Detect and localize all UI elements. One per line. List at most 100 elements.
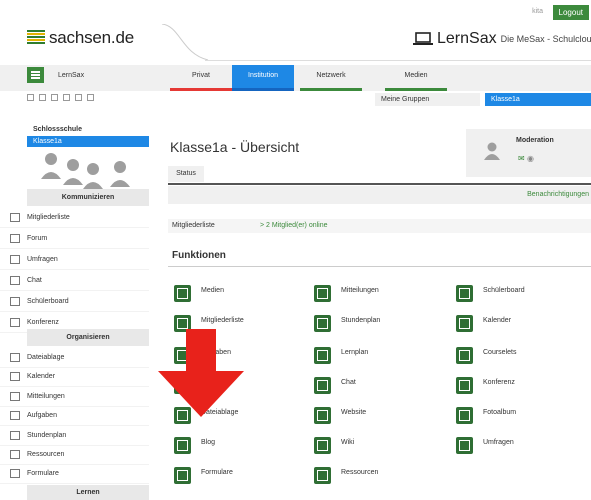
function-lernplan[interactable]: Lernplan — [314, 345, 449, 375]
top-strip: kita Logout — [0, 0, 591, 24]
function-label: Stundenplan — [341, 317, 381, 324]
notifications-bar: Benachrichtigungen — [168, 186, 591, 204]
annotation-arrow-icon — [158, 329, 244, 417]
sidebar-item-umfragen[interactable]: Umfragen — [0, 249, 149, 270]
lernsax-name: LernSax — [437, 30, 497, 47]
sidebar-item-formulare[interactable]: Formulare — [0, 463, 149, 484]
function-kalender[interactable]: Kalender — [456, 313, 591, 343]
sitemap-icon[interactable] — [27, 94, 34, 101]
help-icon[interactable] — [87, 94, 94, 101]
function-wiki[interactable]: Wiki — [314, 435, 449, 465]
group-people-icon — [41, 153, 130, 189]
main-content: Klasse1a - Übersicht Moderation ✉ ◉ Stat… — [160, 123, 591, 500]
function-medien[interactable]: Medien — [174, 283, 309, 313]
media-icon — [174, 285, 191, 302]
notifications-link[interactable]: Benachrichtigungen — [527, 191, 589, 198]
function-label: Wiki — [341, 439, 355, 446]
sidebar-item-stundenplan[interactable]: Stundenplan — [0, 425, 149, 446]
function-courselets[interactable]: Courselets — [456, 345, 591, 375]
my-groups-select[interactable]: Meine Gruppen — [375, 93, 480, 106]
function-label: Mitteilungen — [341, 287, 379, 294]
tab-netzwerk[interactable]: Netzwerk — [300, 65, 362, 91]
function-label: Ressourcen — [341, 469, 379, 476]
sidebar-item-mitgliederliste[interactable]: Mitgliederliste — [0, 207, 149, 228]
function-label: Website — [341, 409, 367, 416]
sidebar-item-ressourcen[interactable]: Ressourcen — [0, 444, 149, 465]
sidebar-item-chat[interactable]: Chat — [0, 270, 149, 291]
sidebar-item-schuelerboard[interactable]: Schülerboard — [0, 291, 149, 312]
calendar-icon — [10, 372, 20, 381]
function-blog[interactable]: Blog — [174, 435, 309, 465]
tab-label: Privat — [192, 72, 210, 79]
website-icon — [314, 407, 331, 424]
sidebar-item-label: Forum — [27, 235, 48, 242]
lernsax-brand[interactable]: LernSax Die MeSax - Schulcloud — [413, 30, 591, 48]
function-website[interactable]: Website — [314, 405, 449, 435]
lernsax-subtitle: Die MeSax - Schulcloud — [500, 34, 591, 44]
function-ressourcen[interactable]: Ressourcen — [314, 465, 449, 495]
function-label: Umfragen — [483, 439, 514, 446]
function-label: Fotoalbum — [483, 409, 517, 416]
message-icon — [314, 285, 331, 302]
chat-icon — [314, 377, 331, 394]
bookmark-icon[interactable] — [51, 94, 58, 101]
sidebar-item-aufgaben[interactable]: Aufgaben — [0, 405, 149, 426]
print-icon[interactable] — [75, 94, 82, 101]
moderator-avatar — [484, 142, 500, 160]
function-label: Formulare — [201, 469, 233, 476]
function-mitteilungen[interactable]: Mitteilungen — [314, 283, 449, 313]
sidebar-item-dateiablage[interactable]: Dateiablage — [0, 347, 149, 368]
group-avatar — [27, 147, 149, 189]
sidebar-section-learn: Lernen — [27, 485, 149, 500]
sidebar-item-label: Mitgliederliste — [27, 214, 70, 221]
function-label: Konferenz — [483, 379, 515, 386]
board-icon — [10, 297, 20, 306]
current-group-select[interactable]: Klasse1a — [485, 93, 591, 106]
photo-album-icon — [456, 407, 473, 424]
sachsen-brand[interactable]: sachsen.de — [27, 28, 134, 48]
sidebar-item-kalender[interactable]: Kalender — [0, 366, 149, 387]
tab-label: Medien — [404, 72, 428, 79]
function-umfragen[interactable]: Umfragen — [456, 435, 591, 465]
document-icon[interactable] — [39, 94, 46, 101]
tab-label: Netzwerk — [316, 72, 346, 79]
function-schuelerboard[interactable]: Schülerboard — [456, 283, 591, 313]
members-online-link[interactable]: > 2 Mitglied(er) online — [260, 222, 328, 229]
sidebar-item-forum[interactable]: Forum — [0, 228, 149, 249]
function-fotoalbum[interactable]: Fotoalbum — [456, 405, 591, 435]
sidebar-item-mitteilungen[interactable]: Mitteilungen — [0, 386, 149, 407]
conference-icon — [456, 377, 473, 394]
status-underline — [168, 183, 591, 185]
tab-institution[interactable]: Institution — [232, 65, 294, 91]
wiki-icon — [314, 437, 331, 454]
sidebar-item-label: Kalender — [27, 373, 56, 380]
sidebar-item-label: Chat — [27, 277, 42, 284]
user-name: kita — [532, 8, 543, 15]
tab-privat[interactable]: Privat — [170, 65, 232, 91]
sidebar-section-organize: Organisieren — [27, 329, 149, 346]
conference-icon — [10, 318, 20, 327]
learning-plan-icon — [314, 347, 331, 364]
mail-icon[interactable]: ✉ ◉ — [518, 154, 534, 163]
tab-medien[interactable]: Medien — [385, 65, 447, 91]
sidebar-class-active[interactable]: Klasse1a — [27, 136, 149, 147]
function-chat[interactable]: Chat — [314, 375, 449, 405]
toolbar-row: Meine Gruppen Klasse1a — [0, 91, 591, 107]
online-status-icon: ◉ — [526, 154, 534, 163]
function-konferenz[interactable]: Konferenz — [456, 375, 591, 405]
sidebar-item-label: Ressourcen — [27, 451, 65, 458]
sidebar-item-label: Aufgaben — [27, 412, 57, 419]
function-formulare[interactable]: Formulare — [174, 465, 309, 495]
resources-icon — [314, 467, 331, 484]
menu-toggle-button[interactable] — [27, 67, 44, 83]
function-stundenplan[interactable]: Stundenplan — [314, 313, 449, 343]
resources-icon — [10, 450, 20, 459]
timetable-icon — [10, 431, 20, 440]
export-icon[interactable] — [63, 94, 70, 101]
sidebar-section-communicate: Kommunizieren — [27, 189, 149, 206]
functions-title: Funktionen — [172, 250, 226, 261]
function-label: Mitgliederliste — [201, 317, 244, 324]
blog-icon — [174, 437, 191, 454]
logout-button[interactable]: Logout — [552, 5, 589, 20]
tab-status[interactable]: Status — [168, 166, 204, 182]
